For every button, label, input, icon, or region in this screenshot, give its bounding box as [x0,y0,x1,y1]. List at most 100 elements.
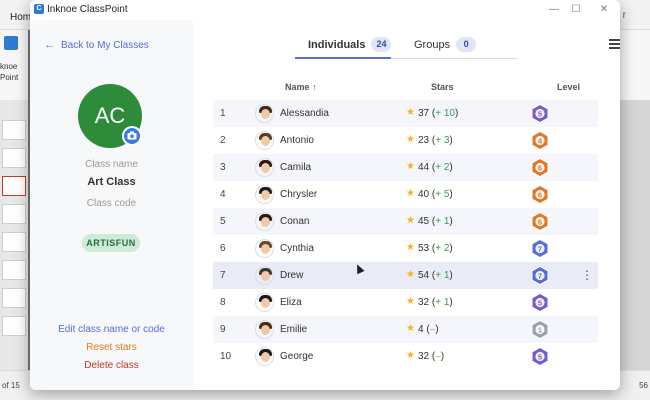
star-change: + 1 [435,216,450,227]
student-row[interactable]: 10 George ★ 32 (–) 5 [213,343,598,370]
student-name: Drew [280,270,304,281]
student-row[interactable]: 6 Cynthia ★ 53 (+ 2) 7 [213,235,598,262]
star-change: + 1 [435,270,450,281]
star-icon: ★ [406,107,415,118]
star-icon: ★ [406,269,415,280]
column-header-stars[interactable]: Stars [431,82,454,92]
star-icon: ★ [406,215,415,226]
student-stars: 37 (+ 10) [418,108,459,119]
student-avatar [255,293,274,312]
level-badge: 6 [531,184,549,205]
back-to-classes-link[interactable]: ← Back to My Classes [44,39,149,51]
slide-counter: of 15 [2,381,20,390]
student-stars: 54 (+ 1) [418,270,453,281]
slide-thumbnail[interactable] [2,120,26,140]
student-avatar [255,239,274,258]
slide-thumbnail[interactable] [2,148,26,168]
star-icon: ★ [406,242,415,253]
slide-thumbnail[interactable] [2,260,26,280]
student-rank: 5 [220,216,226,227]
student-name: Antonio [280,135,314,146]
more-vertical-icon[interactable]: ⋮ [581,268,593,282]
student-row[interactable]: 1 Alessandia ★ 37 (+ 10) 5 [213,100,598,127]
ribbon-label-2: Point [0,73,19,82]
tab-individuals-label: Individuals [308,38,366,51]
tab-groups-label: Groups [414,38,451,51]
student-row[interactable]: 5 Conan ★ 45 (+ 1) 6 [213,208,598,235]
student-avatar [255,131,274,150]
student-name: Alessandia [280,108,329,119]
student-row[interactable]: 9 Emilie ★ 4 (–) 1 [213,316,598,343]
star-count: 54 [418,270,430,281]
level-number: 5 [538,109,542,118]
column-header-level[interactable]: Level [557,82,580,92]
camera-icon[interactable] [122,126,142,146]
level-number: 5 [538,298,542,307]
level-badge: 1 [531,319,549,340]
class-name-value: Art Class [87,176,136,188]
slide-thumbnail[interactable] [2,176,26,196]
student-stars: 53 (+ 2) [418,243,453,254]
delete-class-link[interactable]: Delete class [30,360,193,371]
student-rank: 3 [220,162,226,173]
slide-thumbnail[interactable] [2,232,26,252]
maximize-button[interactable]: ☐ [568,3,584,17]
student-row[interactable]: 7 Drew ★ 54 (+ 1) 7 ⋮ [213,262,598,289]
star-icon: ★ [406,323,415,334]
slide-thumbnail[interactable] [2,316,26,336]
student-stars: 40 (+ 5) [418,189,453,200]
student-avatar [255,320,274,339]
student-stars: 32 (–) [418,351,445,362]
student-rank: 1 [220,108,226,119]
student-row[interactable]: 2 Antonio ★ 23 (+ 3) 4 [213,127,598,154]
star-count: 4 [418,324,424,335]
star-change: – [435,351,441,362]
star-change: + 2 [435,243,450,254]
slide-thumbnail[interactable] [2,288,26,308]
class-code-label: Class code [86,198,137,209]
zoom-level[interactable]: 56 [639,381,648,390]
star-count: 53 [418,243,430,254]
level-number: 6 [538,217,542,226]
student-avatar [255,212,274,231]
student-stars: 4 (–) [418,324,439,335]
star-change: + 3 [435,135,450,146]
level-badge: 5 [531,292,549,313]
level-badge: 7 [531,265,549,286]
student-row[interactable]: 8 Eliza ★ 32 (+ 1) 5 [213,289,598,316]
background-home-tab[interactable]: Hom [10,12,31,23]
level-badge: 7 [531,238,549,259]
edit-class-link[interactable]: Edit class name or code [30,324,193,335]
reset-stars-link[interactable]: Reset stars [30,342,193,353]
classpoint-ribbon-icon[interactable] [4,36,18,50]
student-name: Emilie [280,324,308,335]
tab-individuals[interactable]: Individuals 24 [308,37,392,52]
hamburger-menu-icon[interactable] [609,39,620,49]
column-header-name[interactable]: Name ↑ [285,82,317,92]
class-info-panel: ← Back to My Classes AC Class name Art C… [30,20,193,390]
level-number: 5 [538,352,542,361]
star-icon: ★ [406,134,415,145]
minimize-button[interactable]: — [546,3,562,17]
level-badge: 6 [531,157,549,178]
ribbon-label-1: knoe [0,62,18,71]
level-badge: 5 [531,346,549,367]
star-icon: ★ [406,350,415,361]
arrow-left-icon: ← [44,39,55,51]
slide-thumbnail[interactable] [2,204,26,224]
student-stars: 23 (+ 3) [418,135,453,146]
tab-groups[interactable]: Groups 0 [414,37,477,52]
star-count: 23 [418,135,430,146]
star-change: + 2 [435,162,450,173]
student-rank: 8 [220,297,226,308]
level-number: 7 [538,244,542,253]
level-number: 6 [538,190,542,199]
tab-groups-count: 0 [456,37,477,52]
student-avatar [255,158,274,177]
background-ribbon-left: knoe Point [0,30,28,100]
close-button[interactable]: ✕ [596,3,612,17]
student-row[interactable]: 3 Camila ★ 44 (+ 2) 6 [213,154,598,181]
student-name: George [280,351,314,362]
star-icon: ★ [406,188,415,199]
student-row[interactable]: 4 Chrysler ★ 40 (+ 5) 6 [213,181,598,208]
